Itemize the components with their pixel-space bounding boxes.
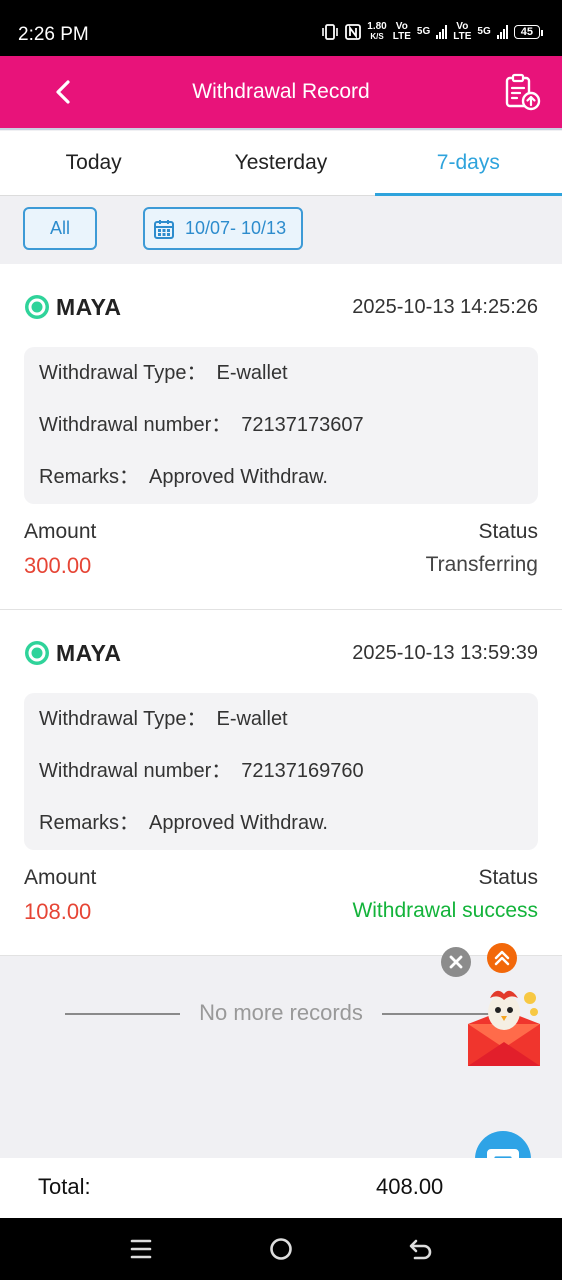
status-label: Status (478, 866, 538, 889)
net-speed: 1.80 K/S (367, 21, 387, 42)
remarks-row: Remarks： Approved Withdraw. (39, 812, 328, 834)
status-label: Status (478, 520, 538, 543)
amount-label: Amount (24, 520, 97, 543)
maya-logo-icon (25, 641, 49, 665)
signal-icon (496, 25, 508, 39)
network-type-2: 5G (477, 26, 491, 37)
signal-icon (436, 25, 448, 39)
filter-bar: All 10/07- 10/13 (0, 196, 562, 264)
app-header: Withdrawal Record (0, 56, 562, 130)
record-details: Withdrawal Type： E-wallet Withdrawal numb… (24, 693, 538, 850)
withdrawal-number-row: Withdrawal number： 72137173607 (39, 414, 364, 436)
scroll-top-button[interactable] (487, 943, 517, 973)
amount-value: 108.00 (24, 899, 92, 924)
filter-all-button[interactable]: All (23, 207, 97, 250)
vibrate-icon (322, 24, 339, 40)
amount-label: Amount (24, 866, 97, 889)
home-icon[interactable] (267, 1236, 295, 1262)
battery-icon: 45 (513, 25, 544, 39)
total-value: 408.00 (376, 1174, 444, 1199)
amount-value: 300.00 (24, 553, 92, 578)
total-label: Total: (38, 1174, 91, 1199)
page-title: Withdrawal Record (192, 80, 370, 103)
withdrawal-type-row: Withdrawal Type： E-wallet (39, 362, 288, 384)
status-bar: 2:26 PM 1.80 K/S Vo LTE 5G Vo LTE 5G 45 (0, 0, 562, 56)
withdrawal-record[interactable]: MAYA 2025-10-13 13:59:39 Withdrawal Type… (0, 610, 562, 956)
withdrawal-record[interactable]: MAYA 2025-10-13 14:25:26 Withdrawal Type… (0, 264, 562, 610)
tab-today[interactable]: Today (0, 131, 187, 195)
record-header: MAYA 2025-10-13 13:59:39 (24, 638, 538, 668)
calendar-icon (154, 219, 174, 239)
remarks-row: Remarks： Approved Withdraw. (39, 466, 328, 488)
network-type-1: 5G (416, 26, 431, 37)
back-nav-icon[interactable] (407, 1236, 435, 1262)
date-range-label: 10/07- 10/13 (185, 218, 287, 238)
status-value: Withdrawal success (352, 899, 538, 922)
nfc-icon (345, 24, 362, 40)
recent-apps-icon[interactable] (127, 1236, 155, 1262)
date-range-button[interactable]: 10/07- 10/13 (143, 207, 303, 250)
close-promo-button[interactable] (441, 947, 471, 977)
volte-2: Vo LTE (453, 21, 472, 42)
maya-logo-icon (25, 295, 49, 319)
brand-name: MAYA (56, 639, 122, 666)
total-bar: Total: 408.00 (0, 1158, 562, 1218)
brand-name: MAYA (56, 293, 122, 320)
status-icons: 1.80 K/S Vo LTE 5G Vo LTE 5G 45 (321, 21, 544, 42)
withdrawal-type-row: Withdrawal Type： E-wallet (39, 708, 288, 730)
volte-1: Vo LTE (392, 21, 411, 42)
withdrawal-number-row: Withdrawal number： 72137169760 (39, 760, 364, 782)
record-details: Withdrawal Type： E-wallet Withdrawal numb… (24, 347, 538, 504)
system-nav-bar (0, 1218, 562, 1280)
status-value: Transferring (425, 553, 538, 576)
tab-yesterday[interactable]: Yesterday (187, 131, 374, 195)
red-envelope-promo-icon[interactable] (464, 984, 544, 1068)
date-tabs: Today Yesterday 7-days (0, 131, 562, 196)
tab-7-days[interactable]: 7-days (374, 131, 562, 196)
record-datetime: 2025-10-13 14:25:26 (352, 295, 538, 318)
clipboard-upload-icon[interactable] (502, 72, 542, 112)
double-chevron-up-icon (494, 950, 510, 966)
close-icon (449, 955, 463, 969)
status-time: 2:26 PM (18, 24, 89, 45)
record-header: MAYA 2025-10-13 14:25:26 (24, 292, 538, 322)
record-datetime: 2025-10-13 13:59:39 (352, 641, 538, 664)
